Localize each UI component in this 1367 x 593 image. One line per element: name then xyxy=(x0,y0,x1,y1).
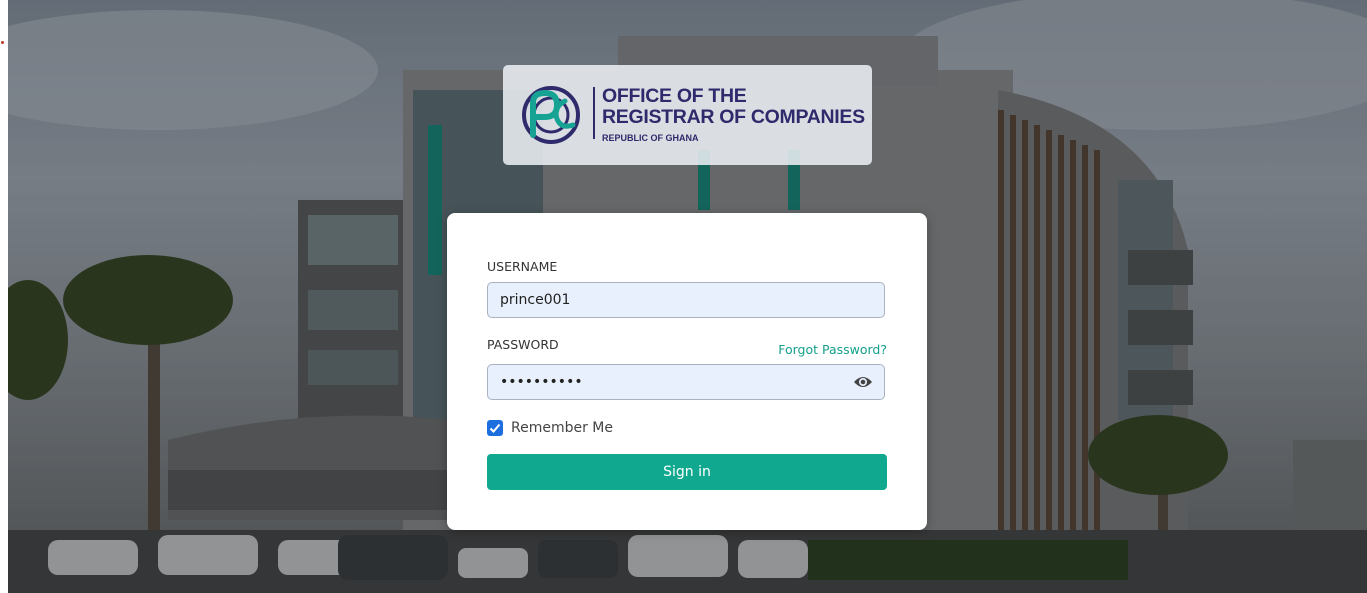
checkmark-icon xyxy=(489,423,501,433)
corner-dot xyxy=(1,41,4,44)
password-label: PASSWORD xyxy=(487,337,559,352)
login-card: USERNAME PASSWORD Forgot Password? Remem… xyxy=(447,213,927,530)
logo-subtitle: REPUBLIC OF GHANA xyxy=(602,133,699,143)
logo-separator xyxy=(593,87,595,139)
forgot-password-link[interactable]: Forgot Password? xyxy=(778,342,887,357)
eye-icon[interactable] xyxy=(853,374,873,390)
orc-emblem-icon xyxy=(522,86,580,144)
logo-title-line-2: REGISTRAR OF COMPANIES xyxy=(602,106,865,128)
sign-in-button[interactable]: Sign in xyxy=(487,454,887,490)
remember-me-checkbox[interactable] xyxy=(487,420,503,436)
password-input[interactable] xyxy=(488,365,852,399)
logo-title-line-1: OFFICE OF THE xyxy=(602,85,747,107)
username-input[interactable] xyxy=(488,283,852,317)
username-field-wrapper xyxy=(487,282,885,318)
username-label: USERNAME xyxy=(487,259,558,274)
remember-me-label: Remember Me xyxy=(511,420,613,436)
logo-banner: OFFICE OF THE REGISTRAR OF COMPANIES REP… xyxy=(503,65,872,165)
password-field-wrapper xyxy=(487,364,885,400)
